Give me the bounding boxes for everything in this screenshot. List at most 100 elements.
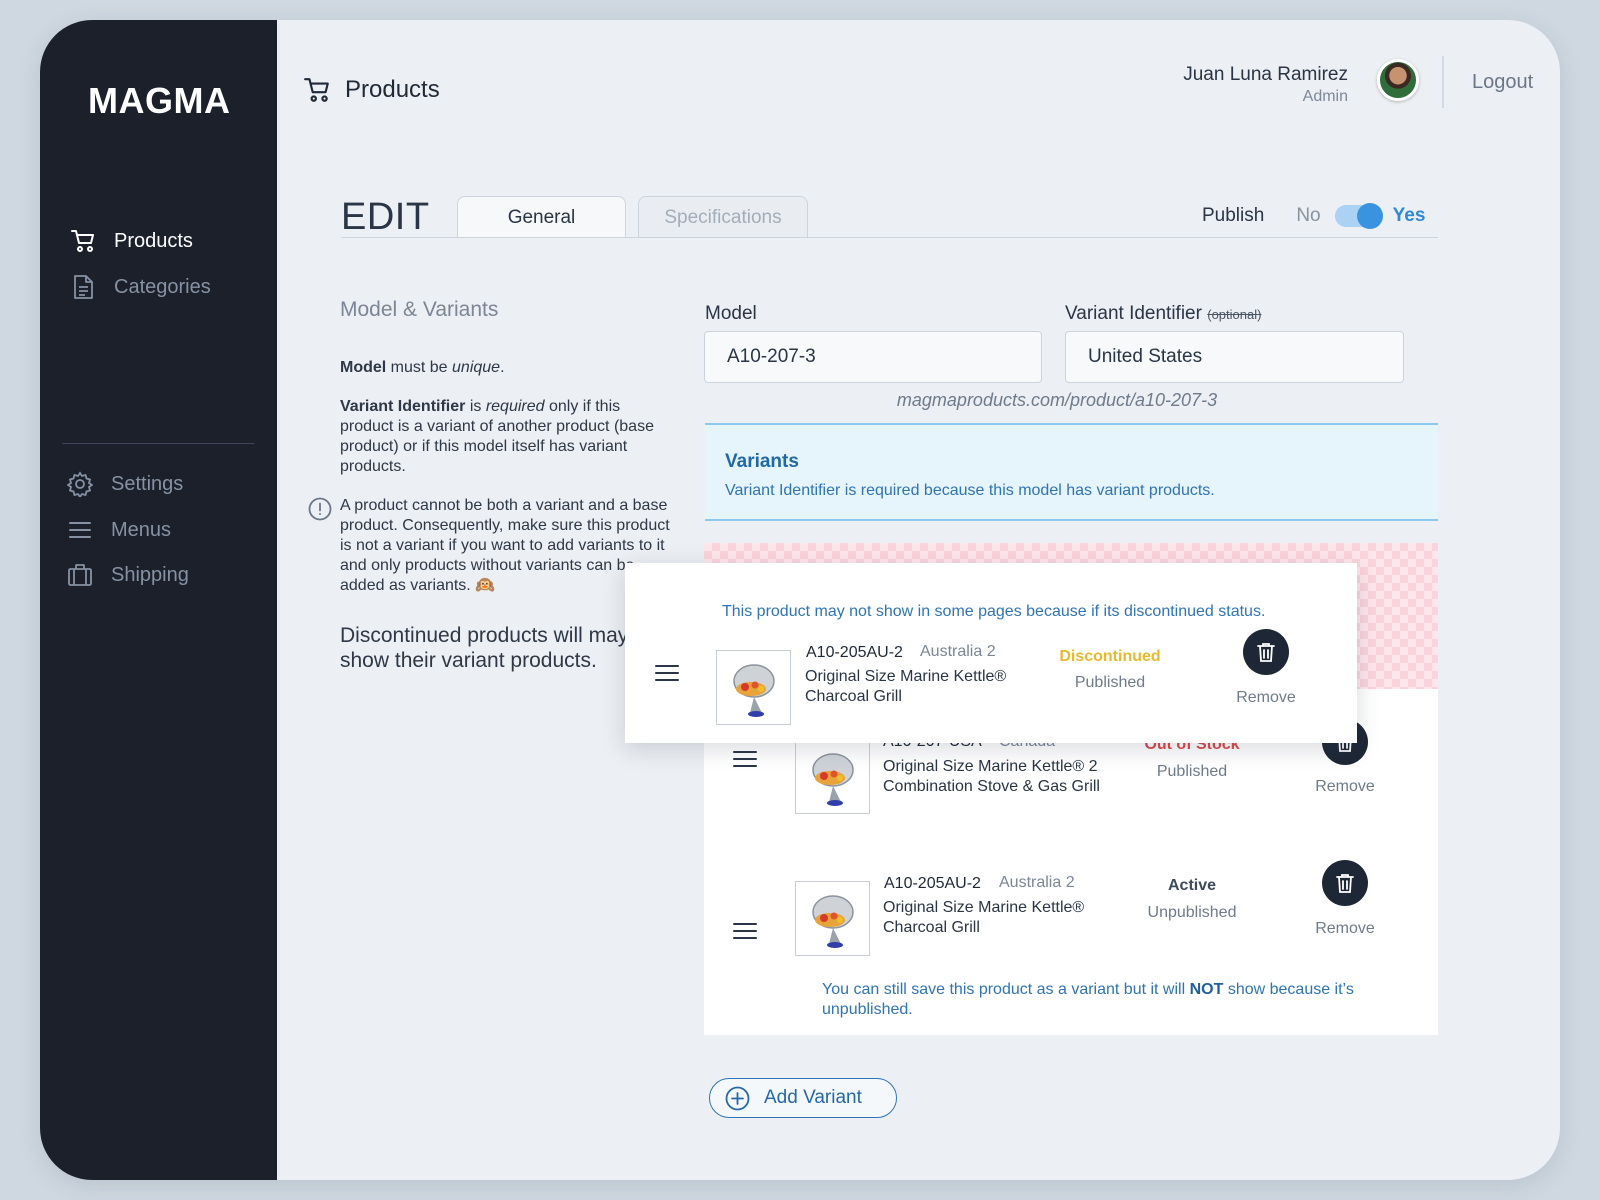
logout-button[interactable]: Logout — [1472, 71, 1533, 94]
variant-identifier-label: Variant Identifier (optional) — [1065, 303, 1261, 325]
trash-icon — [1336, 874, 1354, 893]
variant-name-line2: Charcoal Grill — [883, 919, 980, 936]
page-title: Products — [345, 76, 440, 103]
variant-status: Discontinued — [1059, 648, 1161, 665]
publish-yes-label: Yes — [1392, 205, 1426, 226]
unpublished-warning-bold: NOT — [1189, 981, 1224, 998]
publish-toggle[interactable] — [1334, 203, 1383, 229]
variants-info-title: Variants — [725, 451, 799, 472]
drag-handle[interactable] — [733, 751, 757, 769]
drag-handle[interactable] — [733, 923, 757, 941]
variant-name: Original Size Marine Kettle® Charcoal Gr… — [883, 898, 1123, 938]
publish-control: Publish No Yes — [1202, 203, 1426, 229]
model-rule-end: . — [500, 359, 505, 376]
model-rule-mid: must be — [386, 359, 453, 376]
tab-specifications[interactable]: Specifications — [638, 196, 808, 238]
user-role: Admin — [1302, 88, 1348, 105]
sidebar-item-label: Shipping — [111, 563, 189, 586]
menu-icon — [69, 522, 91, 538]
discontinued-warning: This product may not show in some pages … — [722, 603, 1266, 620]
toggle-knob — [1356, 203, 1383, 229]
edit-heading: EDIT — [341, 196, 430, 238]
sidebar-item-categories[interactable]: Categories — [70, 274, 211, 300]
sidebar-divider — [62, 443, 254, 444]
unpublished-warning-before: You can still save this product as a var… — [822, 981, 1190, 998]
variant-name-line1: Original Size Marine Kettle® — [805, 668, 1007, 685]
grill-image — [812, 895, 854, 948]
model-rule-bold: Model — [340, 359, 387, 376]
section-title: Model & Variants — [340, 298, 499, 321]
grill-image — [733, 664, 775, 717]
variant-name-line1: Original Size Marine Kettle® 2 — [883, 758, 1098, 775]
avatar[interactable] — [1377, 59, 1419, 101]
variant-identifier-label-text: Variant Identifier — [1065, 303, 1202, 324]
variant-sku: A10-205AU-2 — [806, 644, 903, 661]
remove-label[interactable]: Remove — [1300, 778, 1390, 796]
variant-name-line1: Original Size Marine Kettle® — [883, 899, 1085, 916]
sidebar-item-menus[interactable]: Menus — [67, 517, 171, 543]
user-name: Juan Luna Ramirez — [1183, 64, 1348, 85]
model-label: Model — [705, 303, 757, 324]
discontinued-note-line1: Discontinued products will may — [340, 624, 629, 647]
variant-rule-text: Variant Identifier is required only if t… — [340, 397, 670, 477]
header-divider — [1442, 56, 1444, 108]
variant-name: Original Size Marine Kettle® Charcoal Gr… — [805, 667, 1045, 707]
variant-rule-italic: required — [485, 398, 545, 415]
tab-underline — [341, 237, 1438, 238]
remove-button[interactable] — [1322, 860, 1368, 906]
add-variant-label: Add Variant — [764, 1087, 862, 1108]
product-thumbnail — [716, 650, 791, 725]
variant-published: Unpublished — [1147, 904, 1237, 921]
page-header: Products — [303, 76, 440, 104]
sidebar-item-label: Categories — [114, 275, 211, 298]
variant-sku: A10-205AU-2 — [884, 875, 981, 892]
variant-name-line2: Charcoal Grill — [805, 688, 902, 705]
variant-rule-bold: Variant Identifier — [340, 398, 466, 415]
sidebar-item-settings[interactable]: Settings — [67, 471, 183, 497]
variant-published: Published — [1156, 763, 1228, 780]
variant-tag: Australia 2 — [920, 643, 996, 660]
variant-published: Published — [1074, 674, 1146, 691]
variants-info-message: Variant Identifier is required because t… — [725, 482, 1215, 499]
product-url: magmaproducts.com/product/a10-207-3 — [896, 390, 1218, 410]
variant-name: Original Size Marine Kettle® 2 Combinati… — [883, 757, 1123, 797]
trash-icon — [1257, 643, 1275, 662]
publish-label: Publish — [1202, 205, 1265, 226]
discontinued-note-line2: show their variant products. — [340, 649, 597, 672]
sidebar-item-products[interactable]: Products — [70, 228, 193, 254]
cart-icon — [304, 78, 329, 102]
document-icon — [74, 275, 93, 299]
variant-name-line2: Combination Stove & Gas Grill — [883, 778, 1100, 795]
model-rule-text: Model must be unique. — [340, 358, 670, 378]
sidebar-item-label: Menus — [111, 518, 172, 541]
discontinued-note: Discontinued products will may show thei… — [340, 623, 640, 673]
app-frame: MAGMA Products Categories Settings Menus… — [40, 20, 1560, 1180]
add-variant-button[interactable]: Add Variant — [709, 1078, 897, 1118]
grill-image — [812, 753, 854, 806]
optional-hint: (optional) — [1207, 307, 1262, 322]
gear-icon — [67, 471, 93, 497]
variant-rule-mid: is — [465, 398, 486, 415]
remove-label[interactable]: Remove — [1221, 689, 1311, 707]
sidebar-item-label: Products — [114, 229, 193, 252]
unpublished-warning: You can still save this product as a var… — [822, 980, 1392, 1020]
remove-button[interactable] — [1243, 629, 1289, 675]
tab-general[interactable]: General — [457, 196, 626, 238]
variant-tag: Australia 2 — [999, 874, 1075, 891]
publish-no-label: No — [1296, 205, 1321, 226]
alert-icon — [308, 497, 332, 521]
user-info: Juan Luna Ramirez Admin — [1183, 64, 1348, 106]
model-input[interactable]: A10-207-3 — [704, 331, 1042, 383]
product-thumbnail — [795, 739, 870, 814]
dragged-variant-card[interactable]: This product may not show in some pages … — [625, 563, 1357, 743]
sidebar-item-shipping[interactable]: Shipping — [67, 562, 189, 588]
briefcase-icon — [68, 564, 92, 586]
sidebar-item-label: Settings — [111, 472, 184, 495]
drag-handle[interactable] — [655, 665, 679, 683]
variant-identifier-input[interactable]: United States — [1065, 331, 1404, 383]
brand-logo: MAGMA — [88, 80, 231, 121]
variants-info-panel: Variants Variant Identifier is required … — [705, 423, 1438, 521]
variant-status: Active — [1167, 877, 1217, 894]
main-content: Products Juan Luna Ramirez Admin Logout … — [277, 20, 1560, 1180]
remove-label[interactable]: Remove — [1300, 920, 1390, 938]
